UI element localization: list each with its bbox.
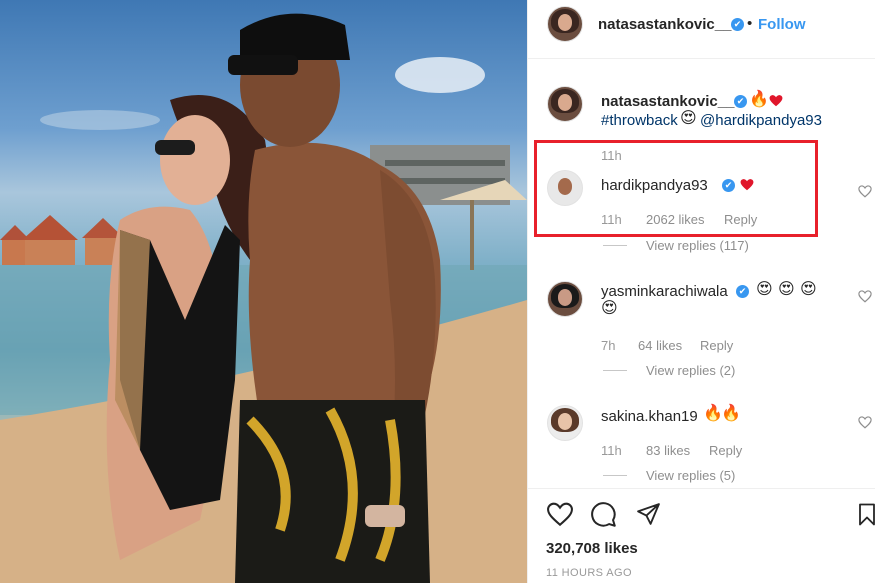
fire-emoji-icon: 🔥 (749, 91, 769, 108)
post-photo[interactable] (0, 0, 527, 583)
comment-like-heart-icon[interactable] (858, 290, 872, 303)
comment-username-sakina-khan19[interactable]: sakina.khan19 (601, 408, 698, 425)
verified-badge-icon: ✔ (734, 95, 747, 108)
heart-eyes-emoji-icon: 😍 (778, 281, 795, 298)
comment-bubble-icon[interactable] (590, 501, 617, 528)
comment-like-heart-icon[interactable] (858, 185, 872, 198)
post-likes-count[interactable]: 320,708 likes (546, 540, 638, 557)
share-paper-plane-icon[interactable] (636, 502, 661, 527)
post-time-ago: 11 HOURS AGO (546, 567, 632, 579)
comment-time: 11h (601, 443, 622, 458)
comment-likes[interactable]: 64 likes (638, 338, 682, 353)
view-replies-button[interactable]: View replies (2) (646, 363, 735, 378)
view-replies-line (603, 370, 627, 371)
like-heart-icon[interactable] (546, 502, 574, 527)
actions-divider (528, 488, 875, 489)
header-divider (528, 58, 875, 59)
comment-avatar-sakina-khan19[interactable] (547, 405, 583, 441)
comment-time: 7h (601, 338, 616, 353)
poster-avatar[interactable] (547, 6, 583, 42)
comment-likes[interactable]: 83 likes (646, 443, 690, 458)
save-bookmark-icon[interactable] (858, 502, 875, 527)
heart-eyes-emoji-icon: 😍 (680, 110, 697, 127)
highlight-annotation-box (534, 140, 818, 237)
follow-button[interactable]: Follow (758, 16, 806, 33)
heart-eyes-emoji-icon: 😍 (756, 281, 773, 298)
poster-username[interactable]: natasastankovic__ (598, 16, 731, 33)
comment-reply-button[interactable]: Reply (700, 338, 733, 353)
fire-emoji-icon: 🔥 (703, 405, 723, 422)
beach-couple-image (0, 13, 527, 583)
comment-username-yasminkarachiwala[interactable]: yasminkarachiwala (601, 283, 728, 300)
header-separator: • (747, 15, 753, 32)
verified-badge-icon: ✔ (731, 18, 744, 31)
caption-username[interactable]: natasastankovic__ (601, 93, 734, 110)
hardikpandya-mention-link[interactable]: @hardikpandya93 (700, 112, 822, 129)
fire-emoji-icon: 🔥 (721, 405, 741, 422)
view-replies-button[interactable]: View replies (117) (646, 238, 749, 253)
comment-avatar-yasminkarachiwala[interactable] (547, 281, 583, 317)
heart-eyes-emoji-icon: 😍 (601, 300, 618, 317)
view-replies-line (603, 475, 627, 476)
comment-like-heart-icon[interactable] (858, 416, 872, 429)
view-replies-line (603, 245, 627, 246)
caption-avatar[interactable] (547, 86, 583, 122)
comments-panel: natasastankovic__ ✔ • Follow natasastank… (528, 0, 875, 583)
heart-eyes-emoji-icon: 😍 (800, 281, 817, 298)
view-replies-button[interactable]: View replies (5) (646, 468, 735, 483)
throwback-hashtag-link[interactable]: #throwback (601, 112, 678, 129)
red-heart-emoji-icon (769, 95, 783, 107)
comment-reply-button[interactable]: Reply (709, 443, 742, 458)
verified-badge-icon: ✔ (736, 285, 749, 298)
